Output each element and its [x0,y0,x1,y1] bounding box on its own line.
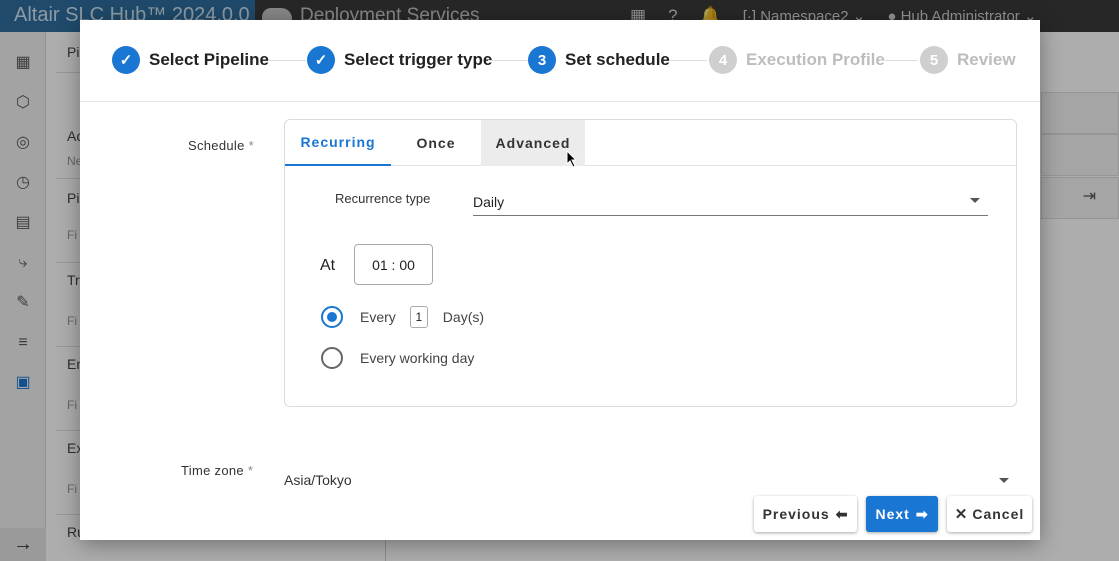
recurrence-type-label: Recurrence type [335,191,431,206]
step-connector [268,60,306,61]
step-connector [880,60,918,61]
recurrence-type-select[interactable]: Daily [473,186,988,216]
radio-unselected-icon[interactable] [321,347,343,369]
timezone-select[interactable]: Asia/Tokyo [284,472,1009,488]
step-label: Execution Profile [746,50,885,69]
step-select-trigger-type[interactable]: ✓ Select trigger type [307,46,492,74]
dropdown-caret-icon [970,198,980,203]
step-number: 5 [920,46,948,74]
time-input[interactable]: 01 : 00 [354,244,433,285]
tab-once[interactable]: Once [391,120,481,166]
every-working-day-option[interactable]: Every working day [321,346,474,370]
required-mark: * [247,463,254,478]
schedule-tabs: Recurring Once Advanced [285,120,1016,168]
step-number: 3 [528,46,556,74]
arrow-right-icon: ➡ [915,505,929,522]
wizard-stepper: ✓ Select Pipeline ✓ Select trigger type … [80,20,1040,102]
recurrence-type-value: Daily [473,194,505,210]
step-label: Review [957,50,1016,69]
schedule-card: Recurring Once Advanced Recurrence type … [284,119,1017,407]
every-working-day-label: Every working day [360,350,475,366]
every-days-input[interactable]: 1 [409,306,428,328]
tab-recurring[interactable]: Recurring [285,120,391,166]
step-connector [669,60,707,61]
radio-selected-icon[interactable] [321,306,343,328]
timezone-label: Time zone * [181,463,253,478]
timezone-value: Asia/Tokyo [284,472,352,488]
step-connector [488,60,528,61]
create-schedule-dialog: ✓ Select Pipeline ✓ Select trigger type … [80,20,1040,540]
every-n-days-option[interactable]: Every 1 Day(s) [321,305,484,329]
step-execution-profile: 4 Execution Profile [709,46,885,74]
step-set-schedule[interactable]: 3 Set schedule [528,46,670,74]
arrow-left-icon: ⬅ [835,505,849,522]
next-button-label: Next [875,506,910,522]
cancel-button[interactable]: ✕ Cancel [947,496,1032,532]
previous-button[interactable]: Previous ⬅ [754,496,857,532]
every-label: Every [360,309,396,325]
next-button[interactable]: Next ➡ [866,496,938,532]
step-select-pipeline[interactable]: ✓ Select Pipeline [112,46,269,74]
at-label: At [320,257,336,274]
every-unit-label: Day(s) [442,309,485,325]
dropdown-caret-icon [999,478,1009,483]
check-icon: ✓ [307,46,335,74]
required-mark: * [248,138,254,153]
step-label: Select Pipeline [149,50,269,69]
step-label: Select trigger type [344,50,493,69]
timezone-label-text: Time zone [181,463,244,478]
cancel-button-label: Cancel [972,506,1025,522]
mouse-cursor-icon [566,150,578,168]
previous-button-label: Previous [762,506,830,522]
close-icon: ✕ [954,506,969,523]
step-review: 5 Review [920,46,1016,74]
step-label: Set schedule [565,50,670,69]
check-icon: ✓ [112,46,140,74]
schedule-label: Schedule * [188,138,254,153]
step-number: 4 [709,46,737,74]
schedule-label-text: Schedule [188,138,245,153]
